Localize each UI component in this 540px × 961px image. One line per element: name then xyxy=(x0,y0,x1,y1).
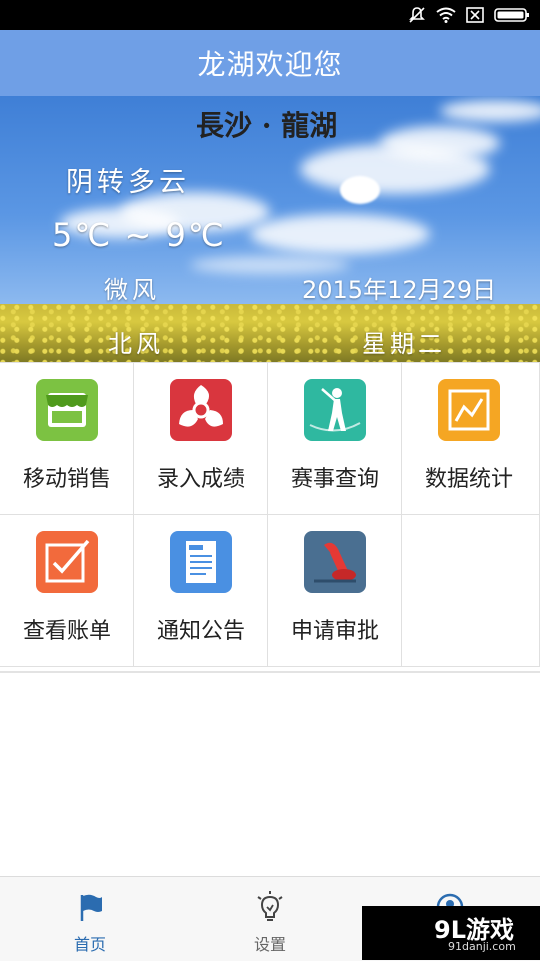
menu-item-label: 赛事查询 xyxy=(290,467,379,492)
menu-item-data-statistics[interactable]: 数据统计 xyxy=(402,363,540,515)
wifi-icon xyxy=(436,7,456,23)
tab-home[interactable]: 首页 xyxy=(0,877,180,961)
menu-item-notices[interactable]: 通知公告 xyxy=(134,515,268,667)
wind-level: 微风 xyxy=(104,276,160,304)
checkbox-icon xyxy=(36,531,98,593)
flag-icon xyxy=(80,894,102,921)
city-name: 長沙 · 龍湖 xyxy=(196,109,338,142)
no-sim-icon xyxy=(466,7,484,23)
status-icons xyxy=(408,5,530,25)
empty-grid-cell xyxy=(402,515,540,667)
store-icon xyxy=(36,379,98,441)
menu-item-label: 申请审批 xyxy=(290,619,379,644)
menu-item-label: 通知公告 xyxy=(156,619,245,644)
tab-settings[interactable]: 设置 xyxy=(180,877,360,961)
menu-item-label: 移动销售 xyxy=(22,467,111,492)
cloud-shape xyxy=(250,214,430,254)
app-bar: 龙湖欢迎您 xyxy=(0,30,540,96)
cloud-shape xyxy=(440,100,540,122)
watermark-logo: 9L游戏 91danji.com xyxy=(362,906,540,960)
page-title: 龙湖欢迎您 xyxy=(197,48,343,81)
cloud-shape xyxy=(340,176,380,204)
news-icon xyxy=(170,531,232,593)
lightbulb-icon xyxy=(257,891,283,921)
menu-item-mobile-sales[interactable]: 移动销售 xyxy=(0,363,134,515)
golfer-icon xyxy=(304,379,366,441)
menu-item-view-bills[interactable]: 查看账单 xyxy=(0,515,134,667)
watermark-sub-text: 91danji.com xyxy=(448,940,516,953)
temperature-range: 5℃ ~ 9℃ xyxy=(52,216,226,254)
mute-icon xyxy=(409,7,425,23)
tab-label: 设置 xyxy=(253,935,286,954)
date-text: 2015年12月29日 xyxy=(302,276,497,304)
menu-item-enter-scores[interactable]: 录入成绩 xyxy=(134,363,268,515)
menu-item-label: 录入成绩 xyxy=(156,467,245,492)
tab-label: 首页 xyxy=(73,935,106,954)
weekday-text: 星期二 xyxy=(362,330,446,358)
menu-item-match-query[interactable]: 赛事查询 xyxy=(268,363,402,515)
chart-icon xyxy=(438,379,500,441)
weather-condition: 阴转多云 xyxy=(66,167,190,198)
cloud-shape xyxy=(380,126,500,160)
feature-grid: 移动销售 录入成绩 赛事查询 数据统计 查看账单 通知公告 申请审批 xyxy=(0,362,540,673)
flower-field-texture xyxy=(0,304,540,362)
menu-item-label: 查看账单 xyxy=(22,619,111,644)
menu-item-approval[interactable]: 申请审批 xyxy=(268,515,402,667)
battery-icon xyxy=(494,8,529,22)
propeller-icon xyxy=(170,379,232,441)
stamp-icon xyxy=(304,531,366,593)
menu-item-label: 数据统计 xyxy=(424,467,513,492)
status-bar xyxy=(0,0,540,30)
wind-direction: 北风 xyxy=(108,330,164,358)
weather-banner: 長沙 · 龍湖 阴转多云 5℃ ~ 9℃ 微风 2015年12月29日 北风 星… xyxy=(0,96,540,362)
